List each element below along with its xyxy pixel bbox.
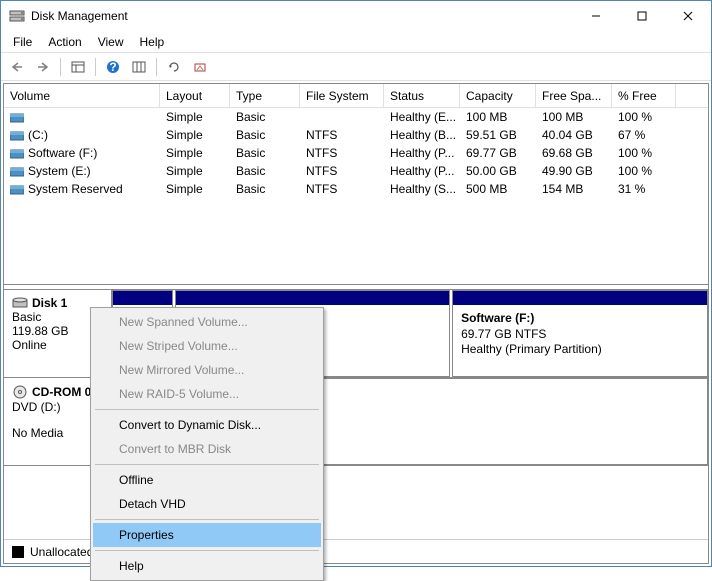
ctx-offline[interactable]: Offline — [93, 468, 321, 492]
volume-row[interactable]: System (E:)SimpleBasicNTFSHealthy (P...5… — [4, 162, 708, 180]
ctx-help[interactable]: Help — [93, 554, 321, 578]
toolbar-sep — [95, 58, 96, 76]
disk-name: Disk 1 — [32, 296, 67, 310]
partition-header — [176, 291, 449, 305]
maximize-button[interactable] — [619, 1, 665, 31]
col-header-layout[interactable]: Layout — [160, 84, 230, 107]
menubar: File Action View Help — [1, 31, 711, 53]
close-button[interactable] — [665, 1, 711, 31]
menu-action[interactable]: Action — [40, 33, 89, 51]
col-header-filesystem[interactable]: File System — [300, 84, 384, 107]
toolbar-sep — [60, 58, 61, 76]
ctx-new-spanned[interactable]: New Spanned Volume... — [93, 310, 321, 334]
titlebar: Disk Management — [1, 1, 711, 31]
ctx-convert-dynamic[interactable]: Convert to Dynamic Disk... — [93, 413, 321, 437]
help-button[interactable]: ? — [101, 56, 125, 78]
volume-row[interactable]: System ReservedSimpleBasicNTFSHealthy (S… — [4, 180, 708, 198]
ctx-properties[interactable]: Properties — [93, 523, 321, 547]
ctx-sep — [95, 464, 319, 465]
volume-list[interactable]: Volume Layout Type File System Status Ca… — [4, 84, 708, 284]
minimize-button[interactable] — [573, 1, 619, 31]
legend-label-unallocated: Unallocated — [30, 545, 93, 559]
disk-name: CD-ROM 0 — [32, 385, 91, 399]
window-title: Disk Management — [31, 9, 573, 23]
partition-block-software[interactable]: Software (F:) 69.77 GB NTFS Healthy (Pri… — [452, 290, 708, 377]
toolbar: ? — [1, 53, 711, 81]
forward-button[interactable] — [31, 56, 55, 78]
ctx-new-raid5[interactable]: New RAID-5 Volume... — [93, 382, 321, 406]
col-header-status[interactable]: Status — [384, 84, 460, 107]
app-icon — [9, 8, 25, 24]
toolbar-sep — [156, 58, 157, 76]
ctx-detach-vhd[interactable]: Detach VHD — [93, 492, 321, 516]
menu-help[interactable]: Help — [132, 33, 173, 51]
view-settings-button[interactable] — [66, 56, 90, 78]
partition-size: 69.77 GB NTFS — [461, 327, 699, 343]
svg-text:?: ? — [109, 60, 116, 74]
context-menu: New Spanned Volume... New Striped Volume… — [90, 307, 324, 581]
col-header-volume[interactable]: Volume — [4, 84, 160, 107]
ctx-sep — [95, 550, 319, 551]
col-header-freespace[interactable]: Free Spa... — [536, 84, 612, 107]
action-button[interactable] — [188, 56, 212, 78]
volume-row[interactable]: SimpleBasicHealthy (E...100 MB100 MB100 … — [4, 108, 708, 126]
back-button[interactable] — [5, 56, 29, 78]
legend-swatch-unallocated — [12, 546, 24, 558]
ctx-sep — [95, 519, 319, 520]
ctx-new-striped[interactable]: New Striped Volume... — [93, 334, 321, 358]
volume-list-header: Volume Layout Type File System Status Ca… — [4, 84, 708, 108]
refresh-button[interactable] — [162, 56, 186, 78]
ctx-convert-mbr[interactable]: Convert to MBR Disk — [93, 437, 321, 461]
col-header-percentfree[interactable]: % Free — [612, 84, 676, 107]
columns-button[interactable] — [127, 56, 151, 78]
volume-row[interactable]: Software (F:)SimpleBasicNTFSHealthy (P..… — [4, 144, 708, 162]
col-header-capacity[interactable]: Capacity — [460, 84, 536, 107]
ctx-new-mirrored[interactable]: New Mirrored Volume... — [93, 358, 321, 382]
cdrom-icon — [12, 384, 28, 400]
partition-status: Healthy (Primary Partition) — [461, 342, 699, 358]
partition-header — [113, 291, 172, 305]
disk-icon — [12, 296, 28, 310]
partition-name: Software (F:) — [461, 311, 699, 327]
menu-view[interactable]: View — [90, 33, 132, 51]
menu-file[interactable]: File — [5, 33, 40, 51]
ctx-sep — [95, 409, 319, 410]
partition-header — [453, 291, 707, 305]
col-header-type[interactable]: Type — [230, 84, 300, 107]
volume-row[interactable]: (C:)SimpleBasicNTFSHealthy (B...59.51 GB… — [4, 126, 708, 144]
